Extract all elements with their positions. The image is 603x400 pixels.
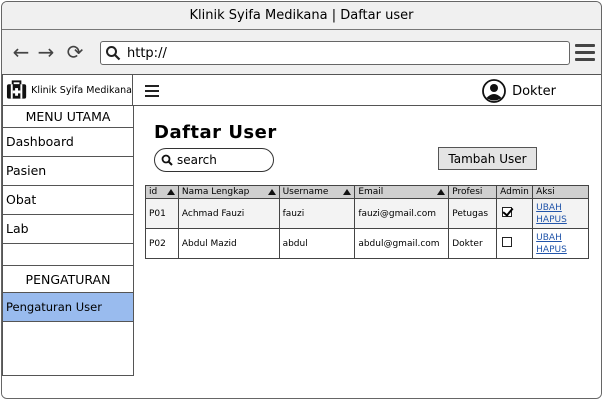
browser-menu-icon[interactable]	[575, 44, 595, 62]
edit-link[interactable]: UBAH	[536, 232, 585, 244]
column-header-id[interactable]: id	[145, 185, 179, 199]
brand-name: Klinik Syifa Medikana	[31, 84, 132, 96]
sidebar-divider	[3, 244, 133, 266]
user-name: Dokter	[512, 83, 556, 99]
delete-link[interactable]: HAPUS	[536, 214, 585, 226]
cell-admin	[496, 228, 534, 259]
browser-toolbar: ← → ⟳ http://	[2, 31, 601, 75]
cell-actions: UBAH HAPUS	[532, 228, 589, 259]
cell-actions: UBAH HAPUS	[532, 198, 589, 229]
sort-ascending-icon	[267, 189, 276, 195]
sidebar-heading-settings: PENGATURAN	[3, 266, 133, 293]
medical-kit-icon	[6, 80, 27, 99]
table-row: P01 Achmad Fauzi fauzi fauzi@gmail.com P…	[145, 198, 589, 229]
column-header-email[interactable]: Email	[354, 185, 450, 199]
edit-link[interactable]: UBAH	[536, 202, 585, 214]
brand-header: Klinik Syifa Medikana	[2, 74, 133, 106]
sidebar-heading-main: MENU UTAMA	[3, 106, 133, 128]
search-field[interactable]: search	[154, 148, 274, 172]
search-placeholder: search	[177, 153, 217, 167]
column-header-name[interactable]: Nama Lengkap	[177, 185, 280, 199]
top-navbar: Dokter	[133, 74, 601, 106]
reload-icon[interactable]: ⟳	[64, 41, 86, 63]
cell-email: fauzi@gmail.com	[354, 198, 450, 229]
window-title: Klinik Syifa Medikana | Daftar user	[189, 8, 414, 23]
sort-ascending-icon	[166, 189, 175, 195]
cell-email: abdul@gmail.com	[354, 228, 450, 259]
page-title: Daftar User	[154, 122, 277, 143]
user-avatar-icon	[482, 79, 506, 103]
cell-id: P01	[145, 198, 179, 229]
cell-name: Abdul Mazid	[177, 228, 280, 259]
sidebar-item-lab[interactable]: Lab	[3, 215, 133, 244]
column-header-aksi: Aksi	[532, 185, 589, 199]
sort-ascending-icon	[437, 189, 446, 195]
column-header-profesi: Profesi	[448, 185, 498, 199]
cell-username: abdul	[278, 228, 356, 259]
cell-profesi: Petugas	[448, 198, 498, 229]
sidebar-item-user-settings[interactable]: Pengaturan User	[3, 293, 133, 322]
sidebar-item-pasien[interactable]: Pasien	[3, 157, 133, 186]
sidebar-item-obat[interactable]: Obat	[3, 186, 133, 215]
add-user-button[interactable]: Tambah User	[438, 147, 537, 170]
cell-id: P02	[145, 228, 179, 259]
table-row: P02 Abdul Mazid abdul abdul@gmail.com Do…	[145, 228, 589, 259]
sidebar-item-dashboard[interactable]: Dashboard	[3, 128, 133, 157]
address-bar[interactable]: http://	[100, 41, 570, 65]
sidebar: MENU UTAMA Dashboard Pasien Obat Lab PEN…	[2, 106, 134, 376]
cell-admin	[496, 198, 534, 229]
admin-checkbox[interactable]	[502, 207, 513, 217]
user-menu[interactable]: Dokter	[482, 79, 556, 103]
search-icon	[161, 154, 173, 166]
admin-checkbox[interactable]	[502, 237, 513, 247]
search-icon	[106, 46, 121, 61]
delete-link[interactable]: HAPUS	[536, 244, 585, 256]
user-table: id Nama Lengkap Username Email Profesi A…	[145, 185, 589, 259]
url-text: http://	[127, 45, 167, 61]
cell-name: Achmad Fauzi	[177, 198, 280, 229]
cell-profesi: Dokter	[448, 228, 498, 259]
column-header-admin: Admin	[496, 185, 534, 199]
table-header-row: id Nama Lengkap Username Email Profesi A…	[145, 185, 589, 199]
cell-username: fauzi	[278, 198, 356, 229]
back-arrow-icon[interactable]: ←	[10, 41, 32, 63]
app-content: Klinik Syifa Medikana Dokter MENU UTAMA …	[2, 74, 601, 398]
sort-ascending-icon	[343, 189, 352, 195]
browser-window: Klinik Syifa Medikana | Daftar user ← → …	[1, 1, 602, 399]
sidebar-toggle-icon[interactable]	[145, 85, 159, 97]
column-header-username[interactable]: Username	[278, 185, 356, 199]
forward-arrow-icon[interactable]: →	[35, 41, 57, 63]
window-titlebar: Klinik Syifa Medikana | Daftar user	[2, 2, 601, 30]
